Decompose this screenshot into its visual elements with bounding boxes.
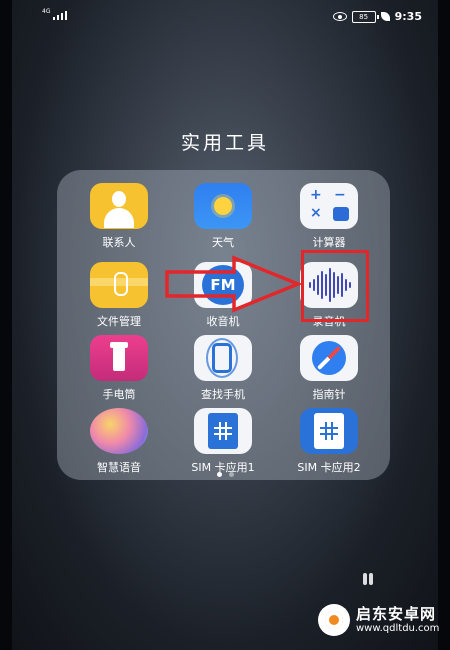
file-manager-icon[interactable] bbox=[90, 262, 148, 308]
app-find-phone[interactable]: 查找手机 bbox=[173, 335, 273, 402]
watermark-logo-icon bbox=[318, 604, 350, 636]
signal-bar-icon bbox=[65, 11, 68, 20]
find-phone-icon[interactable] bbox=[194, 335, 252, 381]
status-time: 9:35 bbox=[394, 10, 422, 23]
app-smart-voice[interactable]: 智慧语音 bbox=[69, 408, 169, 475]
pause-icon bbox=[363, 573, 373, 585]
folder-title[interactable]: 实用工具 bbox=[0, 128, 450, 155]
page-indicator bbox=[0, 472, 450, 477]
watermark-text: 启东安卓网 www.qdltdu.com bbox=[356, 606, 439, 634]
compass-icon[interactable] bbox=[300, 335, 358, 381]
app-label: 联系人 bbox=[102, 236, 136, 249]
app-contacts[interactable]: 联系人 bbox=[69, 183, 169, 250]
screen-edge-left bbox=[0, 0, 12, 650]
highlight-box bbox=[301, 250, 369, 322]
status-bar: 4G 85 9:35 bbox=[28, 8, 422, 26]
pointer-arrow-icon bbox=[165, 255, 303, 313]
app-flashlight[interactable]: 手电筒 bbox=[69, 335, 169, 402]
sim-card-icon[interactable] bbox=[300, 408, 358, 454]
app-file-manager[interactable]: 文件管理 bbox=[69, 262, 169, 329]
battery-icon: 85 bbox=[351, 10, 379, 23]
page-dot-active[interactable] bbox=[216, 472, 222, 477]
status-right-group: 85 9:35 bbox=[332, 10, 422, 23]
screen-edge-right bbox=[438, 0, 450, 650]
watermark-url: www.qdltdu.com bbox=[356, 622, 440, 634]
app-label: 收音机 bbox=[206, 315, 240, 328]
app-label: 天气 bbox=[212, 236, 234, 249]
app-sim-toolkit-1[interactable]: SIM 卡应用1 bbox=[173, 408, 273, 475]
contacts-icon[interactable] bbox=[90, 183, 148, 229]
smart-voice-icon[interactable] bbox=[90, 408, 148, 454]
signal-bar-icon bbox=[61, 13, 64, 20]
signal-bar-icon bbox=[53, 17, 56, 20]
app-label: 计算器 bbox=[312, 236, 346, 249]
app-label: 查找手机 bbox=[201, 388, 245, 401]
calculator-icon[interactable]: + − × bbox=[300, 183, 358, 229]
app-calculator[interactable]: + − × 计算器 bbox=[279, 183, 379, 250]
app-weather[interactable]: 天气 bbox=[173, 183, 273, 250]
watermark-name: 启东安卓网 bbox=[356, 605, 437, 624]
page-dot[interactable] bbox=[228, 472, 234, 477]
sim-card-icon[interactable] bbox=[194, 408, 252, 454]
app-compass[interactable]: 指南针 bbox=[279, 335, 379, 402]
app-label: 指南针 bbox=[312, 388, 346, 401]
app-label: 手电筒 bbox=[102, 388, 136, 401]
weather-icon[interactable] bbox=[194, 183, 252, 229]
flashlight-icon[interactable] bbox=[90, 335, 148, 381]
app-sim-toolkit-2[interactable]: SIM 卡应用2 bbox=[279, 408, 379, 475]
site-watermark: 启东安卓网 www.qdltdu.com bbox=[318, 604, 439, 636]
signal-indicator: 4G bbox=[42, 8, 68, 20]
network-type-label: 4G bbox=[42, 8, 51, 15]
app-label: 文件管理 bbox=[97, 315, 141, 328]
eye-comfort-icon bbox=[332, 12, 347, 21]
signal-bar-icon bbox=[57, 15, 60, 20]
power-saving-leaf-icon bbox=[380, 12, 390, 21]
